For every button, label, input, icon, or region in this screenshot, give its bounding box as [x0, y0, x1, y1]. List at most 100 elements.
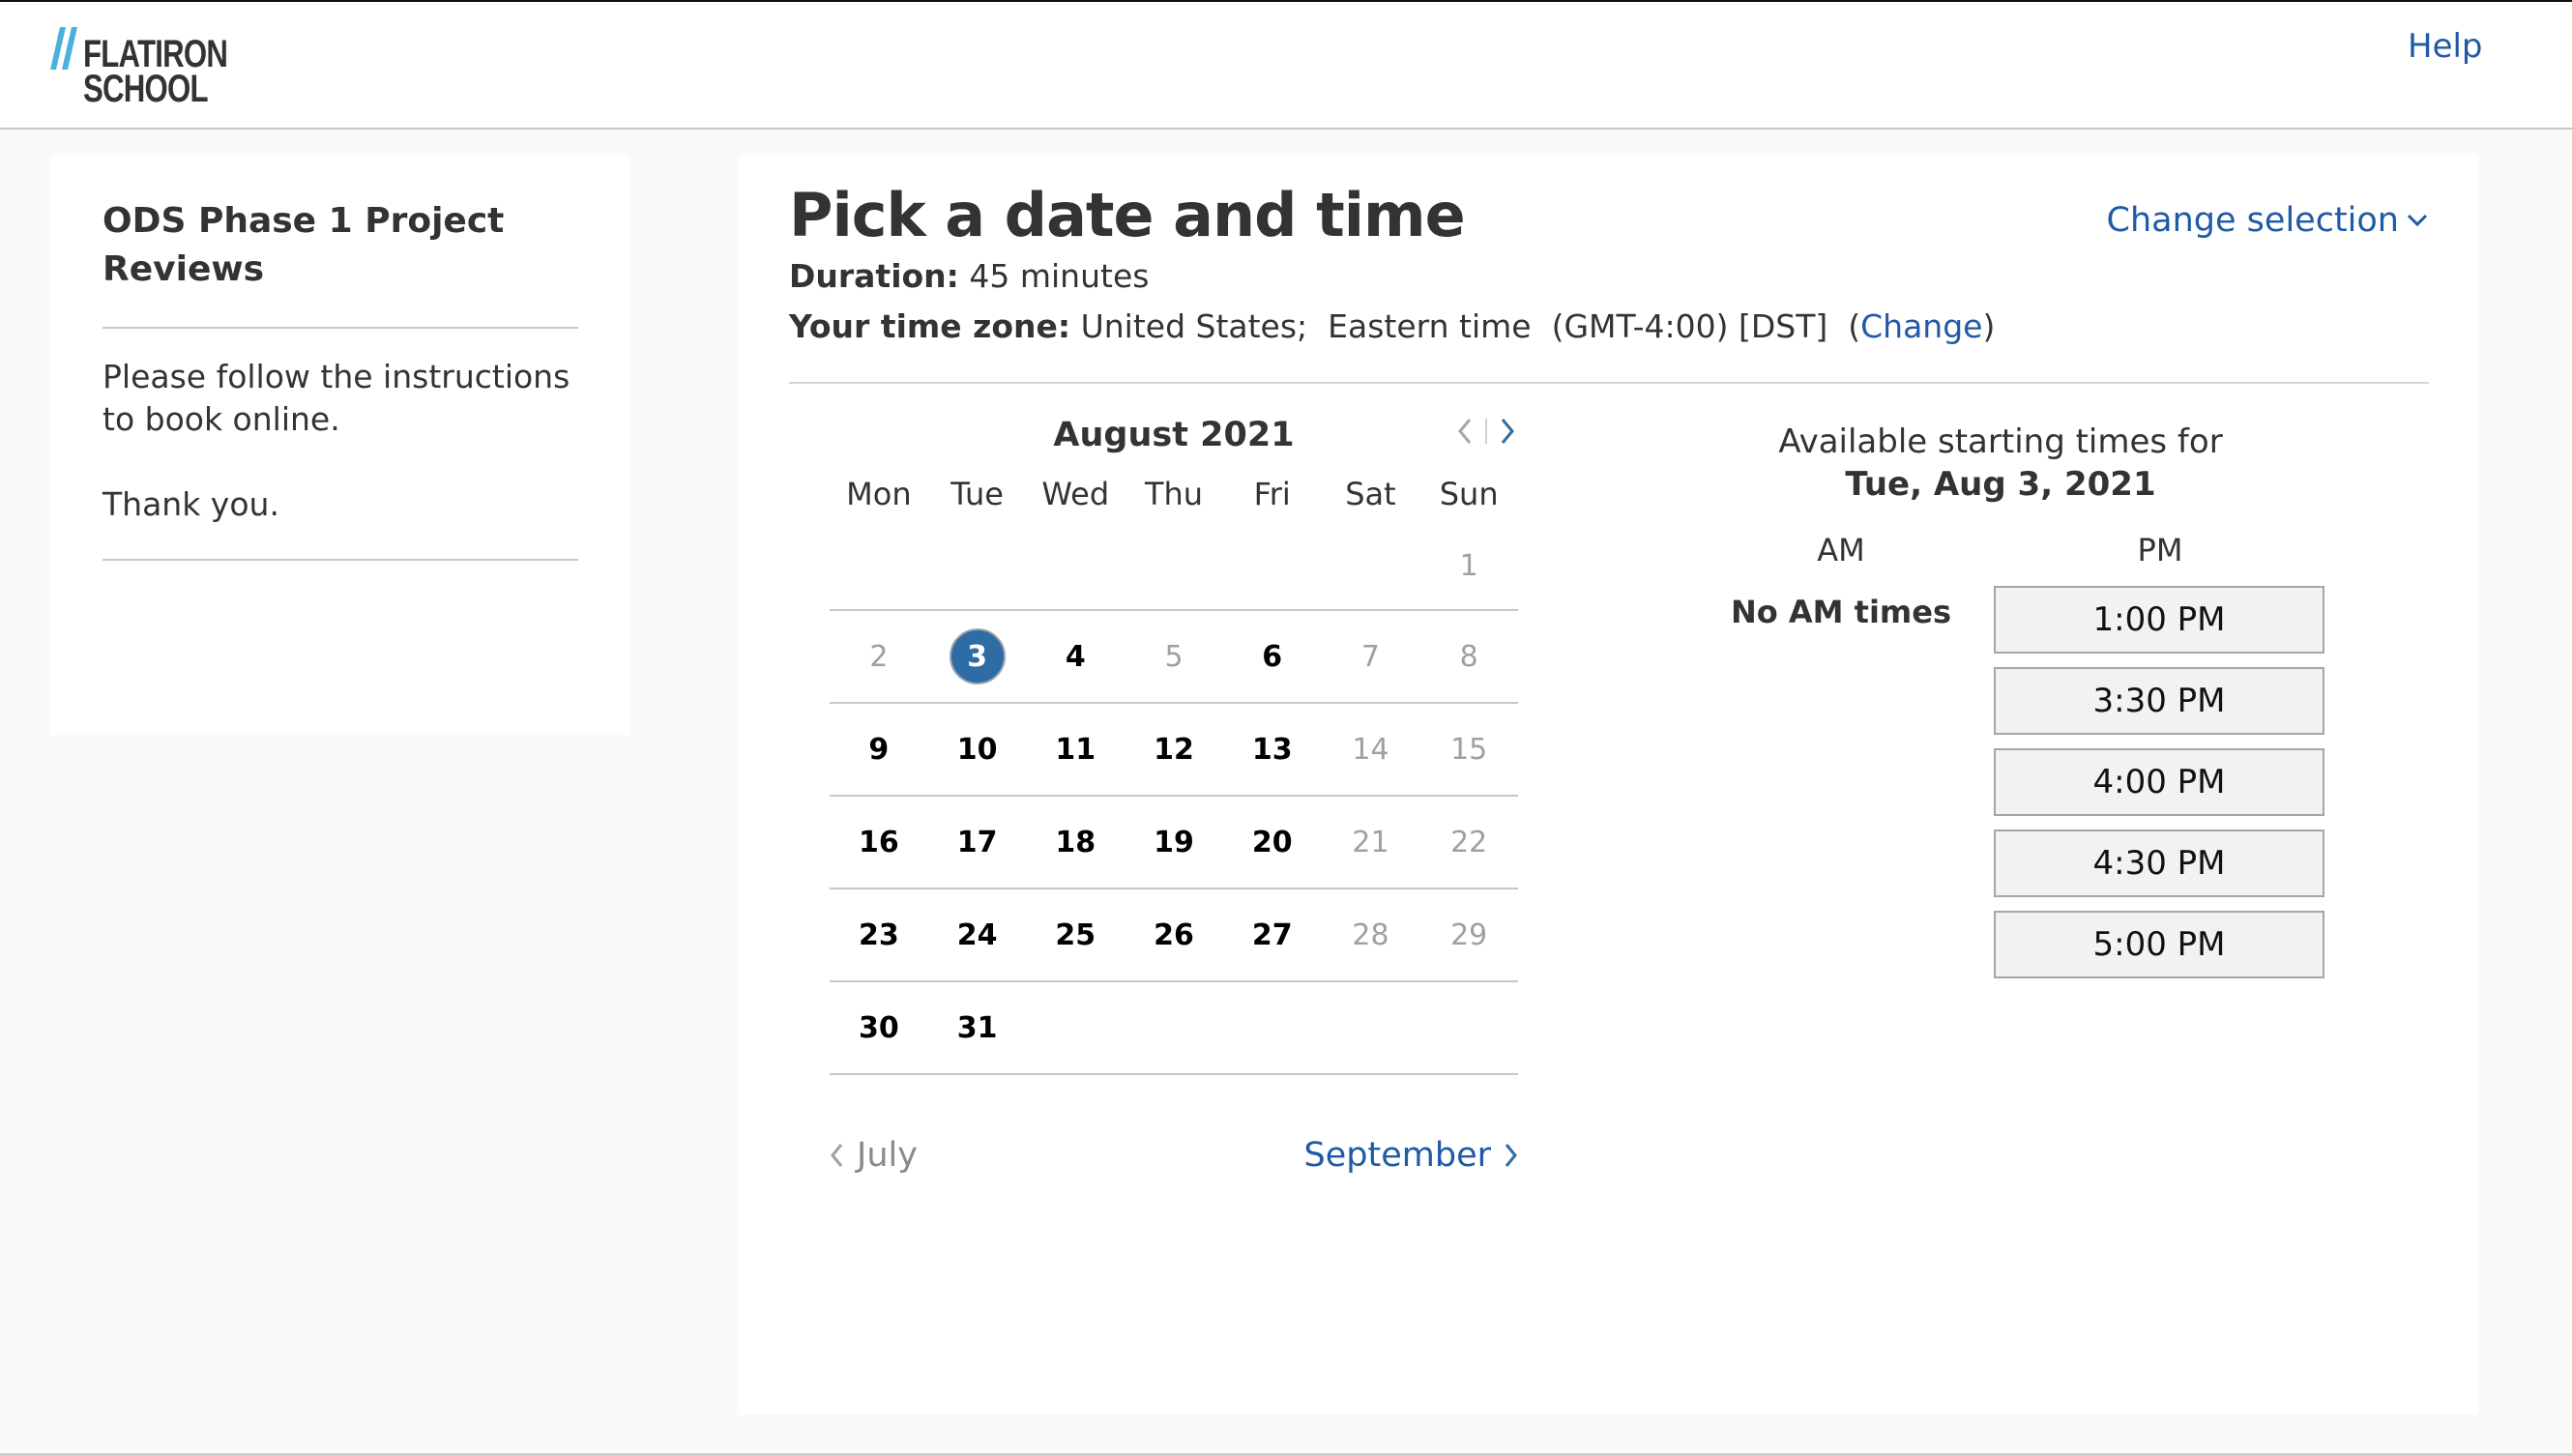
calendar-day: 7	[1322, 611, 1420, 702]
month-nav	[1454, 416, 1518, 447]
calendar-day[interactable]: 27	[1223, 889, 1322, 980]
day-number: 31	[956, 1010, 998, 1045]
calendar-empty-cell	[1223, 982, 1322, 1073]
weekday-label: Fri	[1253, 476, 1291, 512]
previous-month-label: July	[857, 1136, 918, 1175]
month-title: August 2021	[1053, 416, 1295, 454]
calendar-day[interactable]: 16	[830, 797, 928, 888]
help-link[interactable]: Help	[2408, 23, 2483, 70]
duration-value: 45 minutes	[958, 257, 1150, 295]
no-am-times-message: No AM times	[1730, 594, 1951, 630]
calendar-day[interactable]: 4	[1026, 611, 1125, 702]
time-slot-button[interactable]: 4:00 PM	[1994, 748, 2324, 816]
day-number: 29	[1450, 917, 1488, 952]
previous-month-link[interactable]: July	[830, 1131, 918, 1179]
logo-text-line2: SCHOOL	[83, 68, 209, 110]
day-number: 13	[1251, 732, 1293, 767]
calendar-week-row: 23 24 25 26 27 28 29	[830, 889, 1518, 982]
calendar-empty-cell	[1419, 982, 1518, 1073]
calendar-week-row: 2 3 4 5 6 7 8	[830, 611, 1518, 704]
day-number: 22	[1450, 825, 1488, 859]
pm-column-label: PM	[2137, 532, 2183, 568]
calendar-day[interactable]: 26	[1125, 889, 1223, 980]
calendar-day[interactable]: 6	[1223, 611, 1322, 702]
day-number: 27	[1251, 917, 1293, 952]
calendar-day: 22	[1419, 797, 1518, 888]
duration-line: Duration: 45 minutes	[789, 255, 1149, 298]
day-number: 14	[1352, 732, 1389, 767]
divider	[102, 559, 578, 561]
calendar-day[interactable]: 12	[1125, 704, 1223, 795]
calendar-day: 14	[1322, 704, 1420, 795]
calendar-day: 21	[1322, 797, 1420, 888]
calendar-day[interactable]: 10	[928, 704, 1027, 795]
divider	[102, 327, 578, 329]
day-number: 17	[956, 825, 998, 859]
calendar-day[interactable]: 9	[830, 704, 928, 795]
day-number: 20	[1251, 825, 1293, 859]
day-number: 12	[1154, 732, 1194, 767]
calendar-empty-cell	[1026, 522, 1125, 609]
description-paragraph: Please follow the instructions to book o…	[102, 358, 570, 438]
chevron-left-icon	[831, 1144, 843, 1167]
calendar-empty-cell	[1026, 982, 1125, 1073]
scheduler-card: Pick a date and time Change selection Du…	[739, 155, 2478, 1414]
calendar-day: 8	[1419, 611, 1518, 702]
weekday-label: Sun	[1439, 476, 1499, 512]
calendar-day-selected[interactable]: 3	[928, 611, 1027, 702]
calendar-day[interactable]: 23	[830, 889, 928, 980]
calendar-day: 1	[1419, 522, 1518, 609]
time-slot-button[interactable]: 4:30 PM	[1994, 830, 2324, 897]
chevron-right-icon	[1501, 419, 1514, 444]
timezone-close-paren: )	[1982, 307, 1996, 345]
calendar-day[interactable]: 19	[1125, 797, 1223, 888]
day-number: 8	[1459, 639, 1478, 674]
calendar-weeks: 1 2 3 4 5 6 7 8 9 10 11 12 13 14 15 16 17 18 19 20 21 22 23 24 2…	[830, 522, 1518, 1075]
flatiron-school-logo[interactable]: FLATIRON SCHOOL	[50, 25, 228, 110]
calendar-day: 28	[1322, 889, 1420, 980]
service-title: ODS Phase 1 Project Reviews	[102, 201, 505, 289]
chevron-left-icon	[1458, 419, 1472, 444]
calendar-week-row: 9 10 11 12 13 14 15	[830, 704, 1518, 797]
calendar-day[interactable]: 30	[830, 982, 928, 1073]
chevron-right-icon	[1505, 1144, 1517, 1167]
calendar-empty-cell	[928, 522, 1027, 609]
calendar-week-row: 30 31	[830, 982, 1518, 1075]
next-month-link[interactable]: September	[1304, 1131, 1518, 1179]
duration-label: Duration:	[789, 257, 959, 295]
day-number: 18	[1055, 825, 1096, 859]
day-number: 19	[1154, 825, 1194, 859]
calendar-empty-cell	[1322, 522, 1420, 609]
time-slot-button[interactable]: 5:00 PM	[1994, 911, 2324, 978]
next-month-arrow[interactable]	[1497, 416, 1518, 447]
day-number: 23	[858, 917, 899, 952]
available-times-panel: Available starting times for Tue, Aug 3,…	[1638, 421, 2363, 978]
site-header: FLATIRON SCHOOL Help	[0, 2, 2572, 130]
change-timezone-link[interactable]: Change	[1860, 307, 1982, 345]
calendar-day[interactable]: 31	[928, 982, 1027, 1073]
previous-month-arrow[interactable]	[1454, 416, 1476, 447]
day-number: 4	[1065, 639, 1086, 674]
calendar-day[interactable]: 18	[1026, 797, 1125, 888]
day-number: 15	[1450, 732, 1488, 767]
time-slot-button[interactable]: 1:00 PM	[1994, 586, 2324, 654]
calendar-day[interactable]: 20	[1223, 797, 1322, 888]
calendar-day[interactable]: 25	[1026, 889, 1125, 980]
calendar-day[interactable]: 11	[1026, 704, 1125, 795]
change-selection-button[interactable]: Change selection	[2107, 197, 2428, 244]
calendar-day[interactable]: 17	[928, 797, 1027, 888]
day-number: 2	[869, 639, 889, 674]
time-slot-button[interactable]: 3:30 PM	[1994, 667, 2324, 735]
day-number: 26	[1154, 917, 1194, 952]
calendar-empty-cell	[1125, 982, 1223, 1073]
calendar-day[interactable]: 24	[928, 889, 1027, 980]
service-description: Please follow the instructions to book o…	[102, 356, 586, 526]
timezone-value: United States; Eastern time (GMT-4:00) […	[1070, 307, 1861, 345]
calendar-empty-cell	[830, 522, 928, 609]
calendar-day: 29	[1419, 889, 1518, 980]
page-title: Pick a date and time	[789, 180, 1466, 250]
timezone-line: Your time zone: United States; Eastern t…	[789, 306, 1995, 348]
description-paragraph: Thank you.	[102, 485, 279, 523]
calendar-day[interactable]: 13	[1223, 704, 1322, 795]
calendar-week-row: 16 17 18 19 20 21 22	[830, 797, 1518, 889]
